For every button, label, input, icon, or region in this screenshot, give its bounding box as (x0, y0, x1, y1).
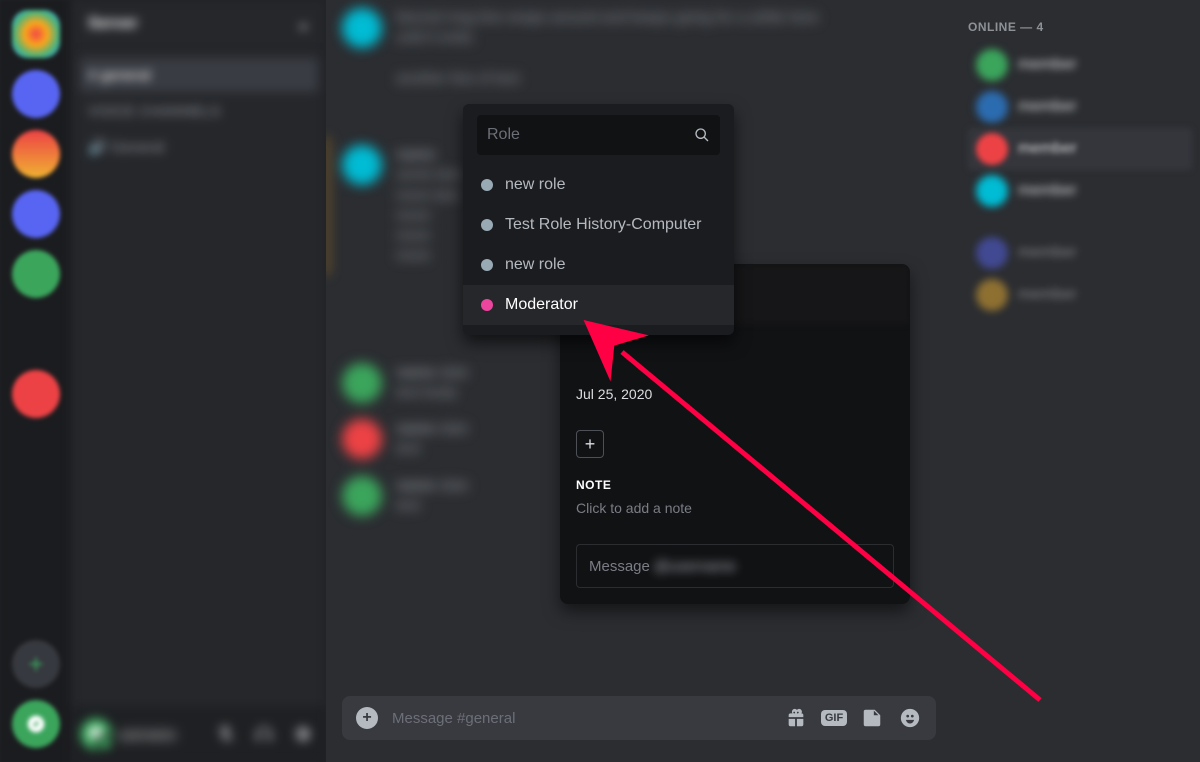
message-input[interactable]: Message #general (392, 710, 770, 727)
self-username: username (118, 727, 204, 742)
discord-app: + Server⌄ # general VOICE CHANNELS 🔊 Gen… (0, 0, 1200, 762)
note-input[interactable]: Click to add a note (576, 500, 894, 516)
member-row[interactable]: member (968, 44, 1192, 86)
emoji-icon (899, 707, 921, 729)
channel-item[interactable]: 🔊 General (80, 130, 318, 164)
message-composer: + Message #general GIF (326, 696, 952, 762)
server-icon[interactable] (12, 370, 60, 418)
compass-icon (26, 714, 46, 734)
mic-muted-icon (216, 724, 236, 744)
server-icon[interactable] (12, 130, 60, 178)
role-option[interactable]: new role (463, 245, 734, 285)
server-header[interactable]: Server⌄ (72, 0, 326, 48)
add-role-button[interactable]: + (576, 430, 604, 458)
gif-icon: GIF (821, 710, 847, 726)
member-list-header: ONLINE — 4 (968, 20, 1192, 34)
role-picker-popover: new role Test Role History-Computer new ro… (463, 104, 734, 335)
role-option[interactable]: Moderator (463, 285, 734, 325)
member-row[interactable]: member (968, 86, 1192, 128)
role-color-dot (481, 299, 493, 311)
note-heading: NOTE (576, 478, 894, 492)
dm-input[interactable]: Message@username (576, 544, 894, 588)
channel-item[interactable]: # general (80, 58, 318, 92)
mute-button[interactable] (210, 718, 242, 750)
search-icon (694, 125, 710, 145)
role-search-input[interactable] (487, 126, 694, 144)
discord-logo-icon (87, 725, 105, 743)
self-avatar[interactable] (80, 718, 112, 750)
role-option-label: Moderator (505, 295, 578, 315)
role-color-dot (481, 219, 493, 231)
user-settings-button[interactable] (286, 718, 318, 750)
gif-button[interactable]: GIF (822, 710, 846, 726)
role-option-label: new role (505, 175, 565, 195)
gift-button[interactable] (784, 707, 808, 729)
gear-icon (292, 724, 312, 744)
channel-category[interactable]: VOICE CHANNELS (80, 94, 318, 128)
role-option-label: new role (505, 255, 565, 275)
attach-button[interactable]: + (356, 707, 378, 729)
server-rail: + (0, 0, 72, 762)
member-list: ONLINE — 4 member member member member m… (952, 0, 1200, 762)
server-icon[interactable] (12, 190, 60, 238)
headphones-icon (254, 724, 274, 744)
user-panel: username (72, 706, 326, 762)
member-row[interactable]: member (968, 170, 1192, 212)
role-color-dot (481, 179, 493, 191)
emoji-button[interactable] (898, 707, 922, 729)
member-row[interactable]: member (968, 232, 1192, 274)
member-row[interactable]: member (968, 128, 1192, 170)
gift-icon (785, 707, 807, 729)
role-option[interactable]: new role (463, 165, 734, 205)
role-search (477, 115, 720, 155)
channel-sidebar: Server⌄ # general VOICE CHANNELS 🔊 Gener… (72, 0, 326, 762)
role-option[interactable]: Test Role History-Computer (463, 205, 734, 245)
sticker-icon (861, 707, 883, 729)
server-icon[interactable] (12, 70, 60, 118)
member-row[interactable]: member (968, 274, 1192, 316)
explore-servers-button[interactable] (12, 700, 60, 748)
sticker-button[interactable] (860, 707, 884, 729)
member-since-date: Jul 25, 2020 (576, 386, 894, 402)
role-color-dot (481, 259, 493, 271)
server-icon[interactable] (12, 310, 60, 358)
server-icon[interactable] (12, 10, 60, 58)
role-option-label: Test Role History-Computer (505, 215, 702, 235)
server-icon[interactable] (12, 250, 60, 298)
add-server-button[interactable]: + (12, 640, 60, 688)
deafen-button[interactable] (248, 718, 280, 750)
